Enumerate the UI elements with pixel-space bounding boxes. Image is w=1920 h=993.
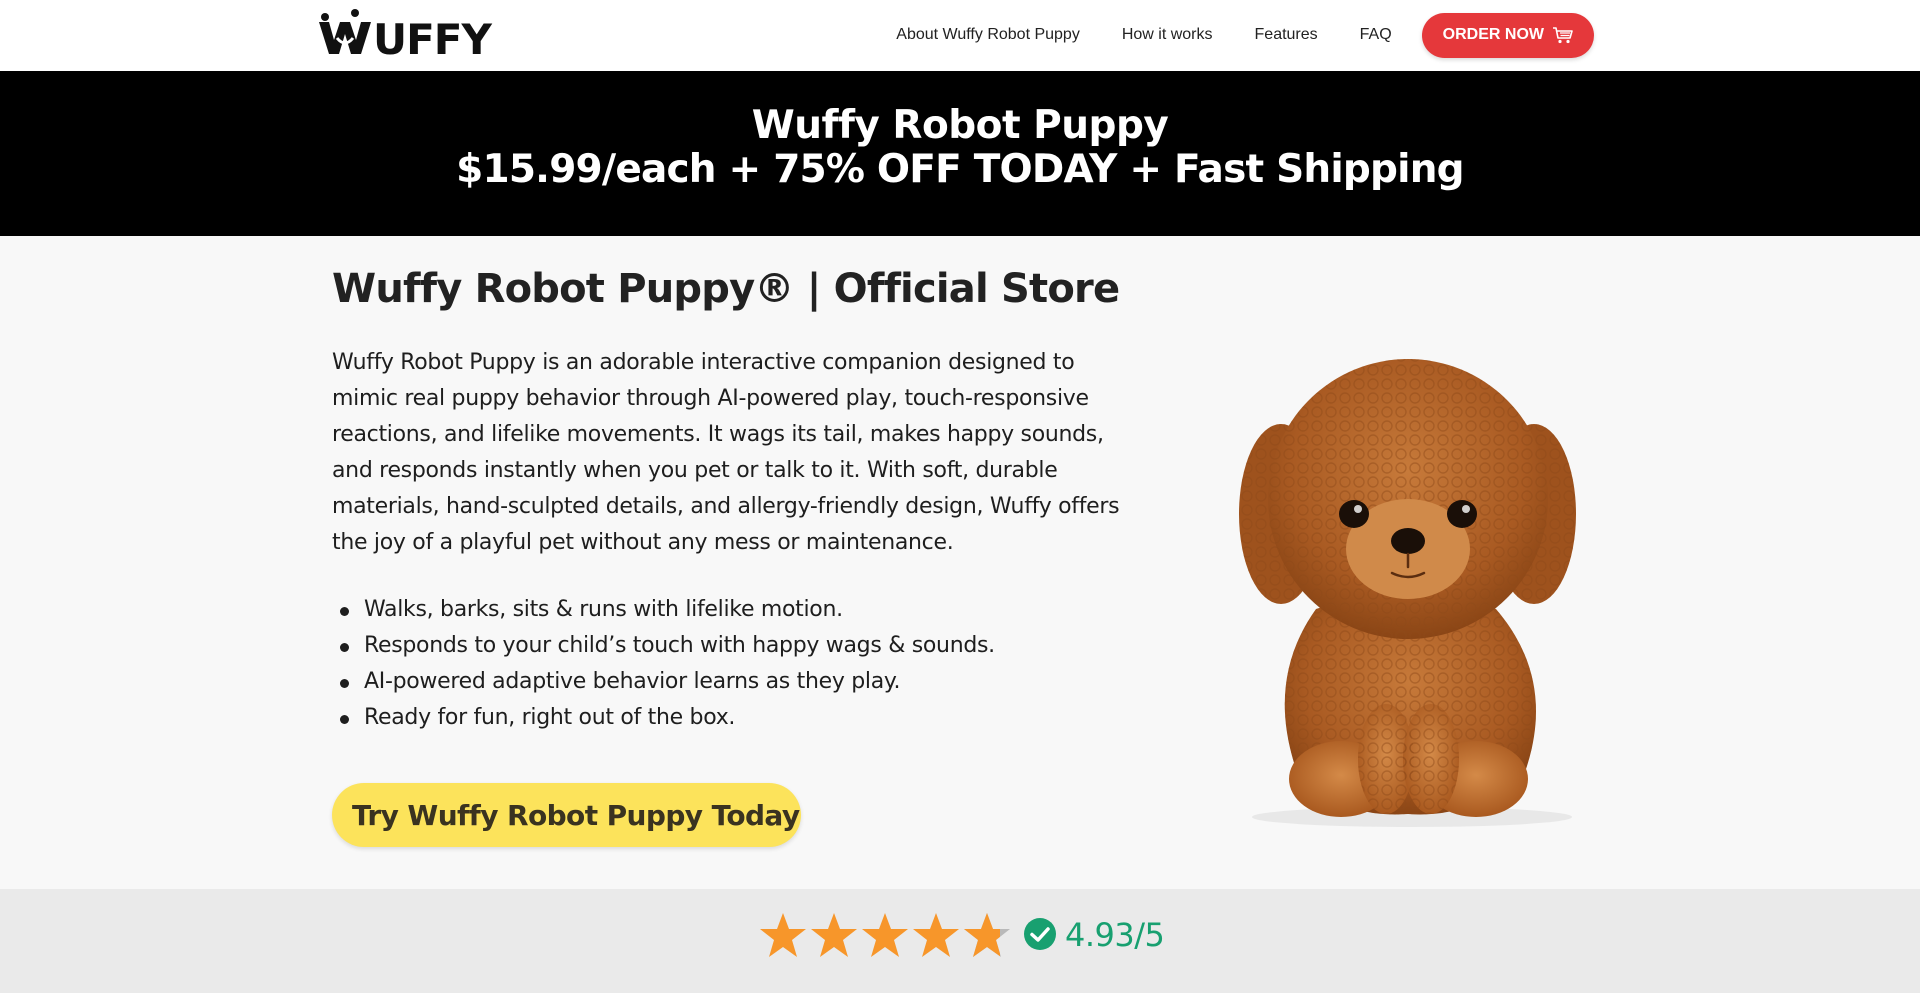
rating-score: 4.93/5 <box>1065 916 1165 954</box>
star-icon <box>862 913 908 957</box>
promo-banner: Wuffy Robot Puppy $15.99/each + 75% OFF … <box>0 71 1920 236</box>
try-today-label: Try Wuffy Robot Puppy Today <box>352 798 800 832</box>
star-icon <box>913 913 959 957</box>
verified-check-icon <box>1024 918 1056 950</box>
promo-headline: Wuffy Robot Puppy <box>751 103 1169 148</box>
wuffy-logo[interactable]: UFFY <box>315 8 495 60</box>
star-icon-partial <box>964 913 1010 957</box>
nav-link-features[interactable]: Features <box>1255 26 1318 44</box>
page-title: Wuffy Robot Puppy® | Official Store <box>332 266 1120 312</box>
feature-list: Walks, barks, sits & runs with lifelike … <box>332 592 995 736</box>
feature-item: Walks, barks, sits & runs with lifelike … <box>332 592 995 628</box>
rating-bar: 4.93/5 <box>0 889 1920 993</box>
hero-section: Wuffy Robot Puppy® | Official Store Wuff… <box>0 236 1920 889</box>
feature-item: Ready for fun, right out of the box. <box>332 700 995 736</box>
star-rating <box>758 911 1013 959</box>
puppy-image <box>1239 359 1576 827</box>
order-now-label: ORDER NOW <box>1442 26 1544 43</box>
feature-item: AI-powered adaptive behavior learns as t… <box>332 664 995 700</box>
star-icon <box>760 913 806 957</box>
cart-icon <box>1553 27 1573 44</box>
nav-link-about[interactable]: About Wuffy Robot Puppy <box>896 26 1080 44</box>
svg-text:UFFY: UFFY <box>373 15 492 60</box>
product-description: Wuffy Robot Puppy is an adorable interac… <box>332 350 1120 555</box>
main-nav: About Wuffy Robot Puppy How it works Fea… <box>896 12 1594 58</box>
promo-offer: $15.99/each + 75% OFF TODAY + Fast Shipp… <box>456 147 1464 192</box>
site-header: UFFY About Wuffy Robot Puppy How it work… <box>0 0 1920 71</box>
star-icon <box>811 913 857 957</box>
try-today-button[interactable]: Try Wuffy Robot Puppy Today <box>332 783 801 847</box>
order-now-button[interactable]: ORDER NOW <box>1421 12 1594 58</box>
nav-link-how-it-works[interactable]: How it works <box>1122 26 1213 44</box>
nav-link-faq[interactable]: FAQ <box>1360 26 1392 44</box>
feature-item: Responds to your child’s touch with happ… <box>332 628 995 664</box>
